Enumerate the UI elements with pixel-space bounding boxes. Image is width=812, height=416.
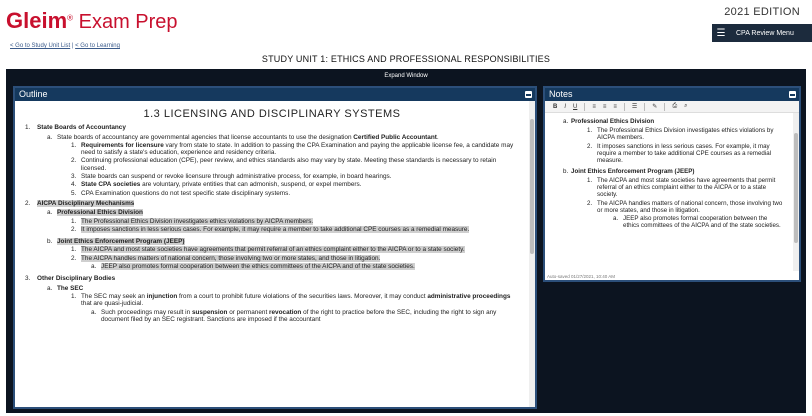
outline-title: Outline [19, 89, 48, 99]
hamburger-icon: ☰ [716, 27, 726, 39]
outline-item-highlighted: 1. The AICPA and most state societies hav… [71, 246, 465, 254]
minimize-icon[interactable] [789, 91, 796, 98]
outline-item: 1. State Boards of Accountancy [25, 124, 126, 132]
note-item: 1. The AICPA and most state societies hav… [587, 177, 776, 198]
notes-content: a. Professional Ethics Division 1. The Pro… [545, 113, 793, 271]
logo-rest: Exam Prep [73, 11, 178, 33]
underline-icon[interactable]: U [573, 104, 577, 110]
back-to-learning-link[interactable]: < Go to Learning [75, 43, 120, 49]
gleim-logo[interactable]: Gleim® Exam Prep [6, 8, 178, 34]
outline-body: 1.3 LICENSING AND DISCIPLINARY SYSTEMS 1… [15, 101, 535, 407]
edition-label: 2021 EDITION [724, 6, 800, 18]
outline-item-highlighted: b. Joint Ethics Enforcement Program (JEEP… [47, 238, 185, 246]
toolbar-divider [623, 102, 625, 111]
notes-editor[interactable]: a. Professional Ethics Division 1. The Pro… [545, 113, 799, 271]
menu-label: CPA Review Menu [736, 29, 794, 37]
section-heading: 1.3 LICENSING AND DISCIPLINARY SYSTEMS [143, 108, 401, 120]
align-left-icon[interactable]: ≡ [592, 104, 596, 110]
outline-item-highlighted: 1. The Professional Ethics Division inves… [71, 217, 314, 225]
outline-scroll-thumb[interactable] [530, 119, 534, 254]
note-item: 2. It imposes sanctions in less serious c… [587, 143, 772, 164]
notes-panel: Notes B I U ≡ ≡ ≡ ☰ ✎ ⎙ ⌕ a. Professional… [543, 86, 801, 282]
note-item: 1. The Professional Ethics Division inves… [587, 127, 774, 141]
notes-scroll-thumb[interactable] [794, 133, 798, 243]
outline-header: Outline [15, 88, 535, 101]
top-bar: Gleim® Exam Prep 2021 EDITION ☰ CPA Revi… [0, 0, 812, 44]
outline-item: 1. Requirements for licensure vary from s… [71, 141, 514, 157]
note-item: b. Joint Ethics Enforcement Program (JEEP… [563, 168, 695, 175]
outline-item: 4. State CPA societies are voluntary, pri… [71, 181, 362, 189]
highlight-pen-icon[interactable]: ✎ [652, 103, 657, 110]
notes-toolbar: B I U ≡ ≡ ≡ ☰ ✎ ⎙ ⌕ [545, 101, 799, 113]
cpa-review-menu-button[interactable]: ☰ CPA Review Menu [712, 24, 812, 42]
outline-panel: Outline 1.3 LICENSING AND DISCIPLINARY S… [13, 86, 537, 409]
note-item: 2. The AICPA handles matters of national … [587, 200, 783, 214]
outline-item: 5. CPA Examination questions do not test … [71, 189, 291, 197]
note-item: a. Professional Ethics Division [563, 118, 655, 125]
toolbar-divider [644, 102, 646, 111]
notes-title: Notes [549, 89, 573, 99]
search-icon[interactable]: ⌕ [684, 103, 687, 110]
expand-window-button[interactable]: Expand Window [6, 69, 806, 83]
align-right-icon[interactable]: ≡ [613, 104, 617, 110]
outline-content: 1.3 LICENSING AND DISCIPLINARY SYSTEMS 1… [15, 101, 529, 407]
outline-item: 1. The SEC may seek an injunction from a … [71, 292, 511, 308]
outline-item: a. The SEC [47, 284, 84, 292]
outline-item-highlighted: 2. It imposes sanctions in less serious c… [71, 225, 470, 233]
note-item: a. JEEP also promotes formal cooperation … [613, 215, 781, 229]
outline-item: 3. Other Disciplinary Bodies [25, 275, 116, 283]
list-icon[interactable]: ☰ [632, 103, 637, 110]
outline-item-highlighted: a. Professional Ethics Division [47, 209, 143, 217]
outline-item: 3. State boards can suspend or revoke lic… [71, 173, 392, 181]
notes-header: Notes [545, 88, 799, 101]
italic-icon[interactable]: I [564, 104, 566, 110]
toolbar-divider [664, 102, 666, 111]
bold-icon[interactable]: B [553, 104, 557, 110]
outline-item: a. State boards of accountancy are govern… [47, 133, 439, 141]
outline-item-highlighted: a. JEEP also promotes formal cooperation … [91, 263, 415, 271]
autosave-status: Auto-saved 01/27/2021, 10:40 AM [547, 274, 616, 279]
page-title: STUDY UNIT 1: ETHICS AND PROFESSIONAL RE… [261, 54, 551, 64]
breadcrumb: < Go to Study Unit List | < Go to Learni… [10, 43, 120, 49]
toolbar-divider [584, 102, 586, 111]
outline-item: 2. Continuing professional education (CPE… [71, 157, 497, 172]
back-to-study-unit-list-link[interactable]: < Go to Study Unit List [10, 43, 70, 49]
outline-item: a. Such proceedings may result in suspens… [91, 308, 497, 323]
outline-item-highlighted: 2. The AICPA handles matters of national … [71, 254, 381, 262]
print-icon[interactable]: ⎙ [672, 103, 677, 110]
outline-scrollbar[interactable] [529, 101, 535, 407]
minimize-icon[interactable] [525, 91, 532, 98]
study-frame: Expand Window Outline 1.3 LICENSING AND … [6, 69, 806, 413]
notes-scrollbar[interactable] [793, 113, 799, 271]
outline-item-highlighted: 2. AICPA Disciplinary Mechanisms [25, 199, 135, 207]
align-center-icon[interactable]: ≡ [603, 104, 607, 110]
logo-bold: Gleim [6, 8, 68, 33]
